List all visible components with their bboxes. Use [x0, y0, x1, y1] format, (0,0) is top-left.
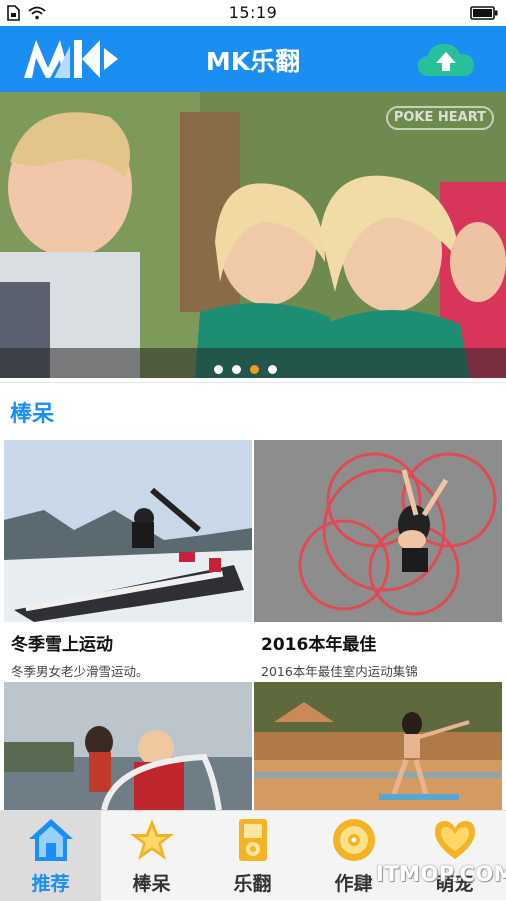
hula-hoop-thumbnail: [254, 440, 502, 622]
card-subtitle: 冬季男女老少滑雪运动。: [11, 664, 149, 679]
card-title: 2016本年最佳: [261, 635, 377, 655]
tab-label: 推荐: [31, 873, 70, 895]
video-card[interactable]: 冬季雪上运动 冬季男女老少滑雪运动。: [4, 440, 252, 680]
tab-pets[interactable]: 萌宠: [404, 811, 505, 901]
banner-carousel[interactable]: POKE HEART: [0, 92, 506, 378]
banner-image: [0, 92, 506, 378]
status-time: 15:19: [228, 3, 278, 22]
card-title: 冬季雪上运动: [11, 635, 113, 655]
video-card[interactable]: 2016本年最佳 2016本年最佳室内运动集锦: [254, 440, 502, 680]
card-subtitle: 2016本年最佳室内运动集锦: [261, 664, 418, 679]
bottom-tab-bar: 推荐 棒呆 乐翻 作肆 萌宠: [0, 810, 506, 901]
battery-icon: [470, 6, 498, 20]
status-bar: 15:19: [0, 0, 506, 26]
disc-icon: [332, 819, 375, 861]
banner-watermark: POKE HEART: [385, 106, 494, 130]
tab-music[interactable]: 乐翻: [202, 811, 303, 901]
carousel-dot[interactable]: [214, 365, 223, 374]
home-icon: [28, 819, 73, 861]
video-thumbnail[interactable]: [254, 440, 502, 622]
tab-create[interactable]: 作肆: [303, 811, 404, 901]
app-header: MK乐翻: [0, 26, 506, 92]
divider: [0, 382, 506, 383]
carousel-dot[interactable]: [232, 365, 241, 374]
star-icon: [129, 819, 174, 860]
snowboard-thumbnail: [4, 440, 252, 622]
tab-label: 乐翻: [233, 873, 272, 895]
tab-awesome[interactable]: 棒呆: [101, 811, 202, 901]
video-thumbnail[interactable]: [4, 682, 252, 810]
water-ski-thumbnail: [4, 682, 252, 810]
carousel-dot-active[interactable]: [250, 365, 259, 374]
tab-label: 棒呆: [132, 873, 171, 895]
cloud-upload-icon[interactable]: [416, 40, 476, 80]
carousel-dots[interactable]: [214, 359, 286, 378]
surf-thumbnail: [254, 682, 502, 810]
section-title: 棒呆: [10, 402, 55, 427]
music-player-icon: [238, 819, 267, 861]
carousel-dot[interactable]: [268, 365, 277, 374]
tab-recommend[interactable]: 推荐: [0, 811, 101, 901]
video-thumbnail[interactable]: [4, 440, 252, 622]
site-watermark: ITMOP.COM: [376, 862, 506, 886]
video-thumbnail[interactable]: [254, 682, 502, 810]
heart-icon: [434, 821, 475, 859]
